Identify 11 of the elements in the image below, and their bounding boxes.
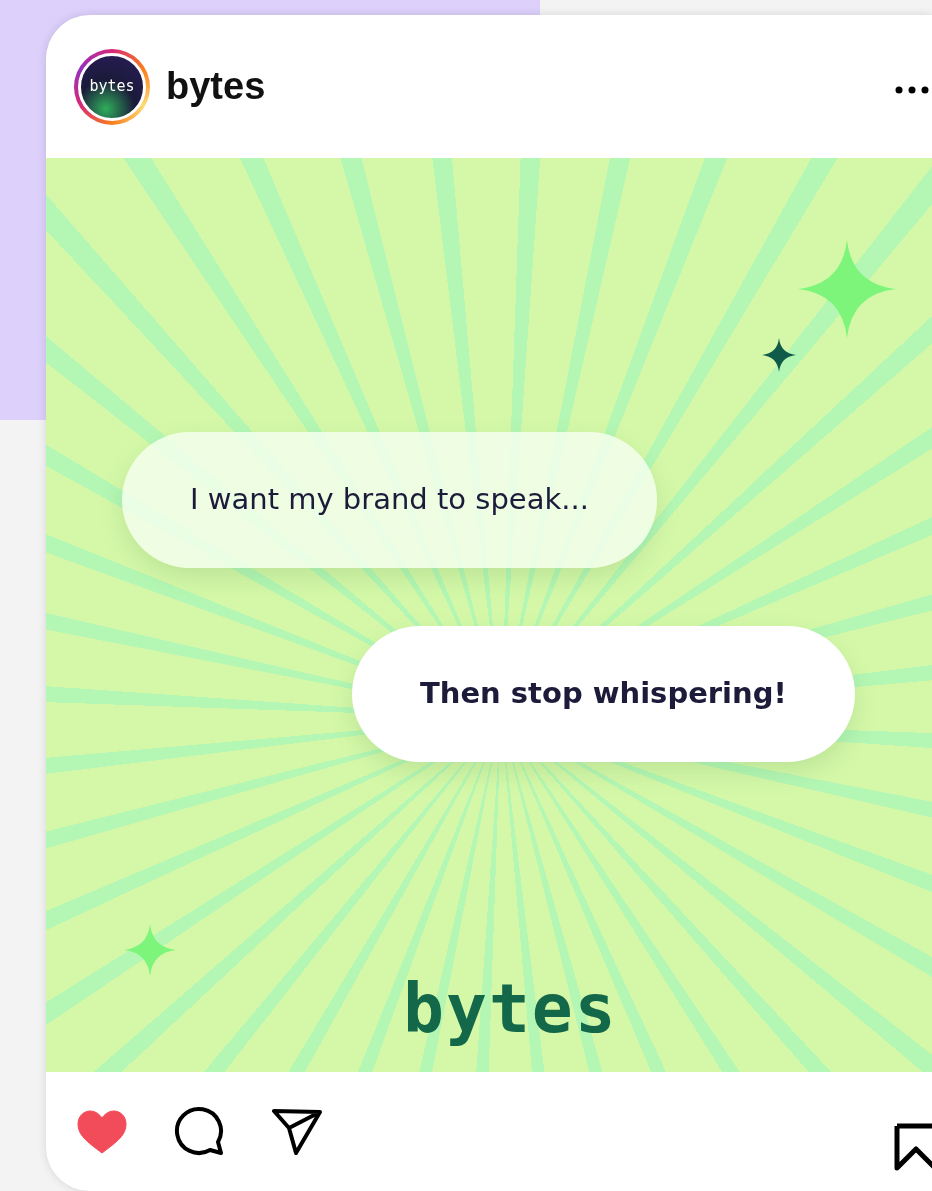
brand-logo: bytes — [403, 968, 618, 1050]
sparkle-icon — [762, 338, 796, 372]
heart-icon[interactable] — [76, 1108, 128, 1155]
send-icon[interactable] — [272, 1108, 322, 1155]
bookmark-icon[interactable] — [894, 1123, 932, 1171]
speech-bubble: I want my brand to speak... — [122, 432, 657, 568]
comment-icon[interactable] — [174, 1105, 226, 1158]
sparkle-icon — [124, 924, 176, 976]
username[interactable]: bytes — [166, 58, 266, 115]
sparkle-icon — [798, 240, 896, 338]
speech-bubble: Then stop whispering! — [352, 626, 855, 762]
